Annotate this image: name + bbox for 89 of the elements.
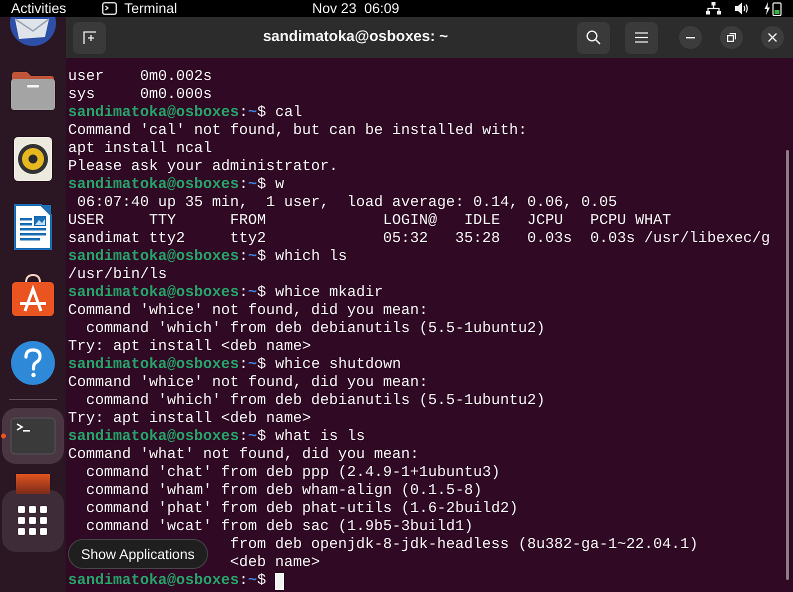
restore-icon: [727, 33, 736, 42]
prompt-separator: :: [239, 572, 248, 590]
command-text: which ls: [275, 248, 348, 266]
network-icon[interactable]: [706, 2, 721, 15]
output-line: <deb name>: [230, 554, 320, 572]
output-line: command 'wcat' from deb sac (1.9b5-3build1): [85, 518, 474, 536]
output-line: Command 'cal' not found, but can be installed with:: [68, 122, 528, 140]
minimize-button[interactable]: [679, 26, 702, 49]
terminal-icon: [102, 2, 118, 15]
prompt-user: sandimatoka@osboxes: [68, 428, 240, 446]
battery-icon[interactable]: [764, 2, 782, 16]
document-icon: [14, 204, 52, 250]
new-tab-button[interactable]: [73, 22, 106, 54]
prompt-separator: :: [239, 248, 248, 266]
command-text: cal: [275, 104, 302, 122]
output-line: command 'chat' from deb ppp (2.4.9-1+1ubuntu3): [85, 464, 500, 482]
output-line: from deb openjdk-8-jdk-headless (8u382-ga-1~22.04.1): [230, 536, 698, 554]
prompt-path: ~: [248, 284, 258, 302]
prompt-path: ~: [248, 176, 258, 194]
prompt-user: sandimatoka@osboxes: [68, 248, 240, 266]
output-line: command 'phat' from deb phat-utils (1.6-2build2): [85, 500, 518, 518]
prompt-symbol: $: [257, 284, 266, 302]
prompt-separator: :: [239, 356, 248, 374]
prompt-user: sandimatoka@osboxes: [68, 572, 240, 590]
prompt-path: ~: [248, 572, 258, 590]
window-title: sandimatoka@osboxes: ~: [262, 27, 450, 48]
output-line: command 'which' from deb debianutils (5.5-1ubuntu2): [85, 320, 546, 338]
output-line: command 'which' from deb debianutils (5.5-1ubuntu2): [85, 392, 546, 410]
volume-icon[interactable]: [735, 2, 750, 15]
prompt-symbol: $: [257, 428, 266, 446]
output-line: USER TTY FROM LOGIN@ IDLE JCPU PCPU WHAT: [68, 212, 672, 230]
app-tile-icon: [16, 474, 50, 494]
output-line: sandimat tty2 tty2 05:32 35:28 0.03s 0.03s /usr/libexec/g: [68, 230, 770, 248]
new-tab-icon: [82, 30, 96, 44]
activities-button[interactable]: Activities: [11, 0, 66, 19]
command-text: what is ls: [275, 428, 366, 446]
output-line: command 'wham' from deb wham-align (0.1.5-8): [85, 482, 482, 500]
search-button[interactable]: [577, 22, 610, 54]
prompt-separator: :: [239, 284, 248, 302]
prompt-user: sandimatoka@osboxes: [68, 104, 240, 122]
speaker-icon: [14, 137, 52, 181]
output-line: Command 'what' not found, did you mean:: [68, 446, 420, 464]
output-line: Please ask your administrator.: [68, 158, 338, 176]
output-line: Command 'whice' not found, did you mean:: [68, 374, 428, 392]
envelope-globe-icon: [9, 17, 57, 47]
clock[interactable]: Nov 23 06:09: [312, 0, 400, 19]
prompt-symbol: $: [257, 572, 266, 590]
prompt-user: sandimatoka@osboxes: [68, 284, 240, 302]
command-text: w: [275, 176, 284, 194]
prompt-user: sandimatoka@osboxes: [68, 356, 240, 374]
output-line: sys 0m0.000s: [68, 86, 212, 104]
output-line: /usr/bin/ls: [68, 266, 168, 284]
prompt-separator: :: [239, 176, 248, 194]
prompt-symbol: $: [257, 248, 266, 266]
app-grid-icon: [18, 506, 48, 536]
minimize-icon: [686, 36, 695, 38]
folder-icon: [10, 71, 56, 111]
output-line: Try: apt install <deb name>: [68, 338, 312, 356]
prompt-path: ~: [248, 104, 258, 122]
restore-button[interactable]: [720, 26, 743, 49]
help-icon: [10, 340, 56, 386]
tooltip: Show Applications: [68, 539, 208, 569]
terminal-icon: [10, 417, 56, 455]
command-text: whice shutdown: [275, 356, 402, 374]
menu-icon: [635, 32, 648, 43]
running-indicator: [1, 434, 6, 438]
output-line: apt install ncal: [68, 140, 212, 158]
prompt-separator: :: [239, 428, 248, 446]
close-button[interactable]: [761, 26, 784, 49]
prompt-symbol: $: [257, 356, 266, 374]
close-icon: [768, 33, 777, 42]
prompt-path: ~: [248, 428, 258, 446]
prompt-path: ~: [248, 356, 258, 374]
menu-button[interactable]: [625, 22, 658, 54]
show-applications-button[interactable]: [2, 490, 64, 552]
prompt-user: sandimatoka@osboxes: [68, 176, 240, 194]
prompt-separator: :: [239, 104, 248, 122]
output-line: Command 'whice' not found, did you mean:: [68, 302, 428, 320]
prompt-symbol: $: [257, 176, 266, 194]
command-text: whice mkadir: [275, 284, 384, 302]
shopping-bag-icon: [11, 273, 55, 317]
scroll-bar[interactable]: [786, 150, 789, 580]
output-line: 06:07:40 up 35 min, 1 user, load average: 0.14, 0.06, 0.05: [76, 194, 618, 212]
output-line: Try: apt install <deb name>: [68, 410, 312, 428]
search-icon: [586, 30, 601, 45]
prompt-path: ~: [248, 248, 258, 266]
prompt-symbol: $: [257, 104, 266, 122]
app-menu-label[interactable]: Terminal: [124, 0, 178, 19]
output-line: user 0m0.002s: [68, 68, 212, 86]
